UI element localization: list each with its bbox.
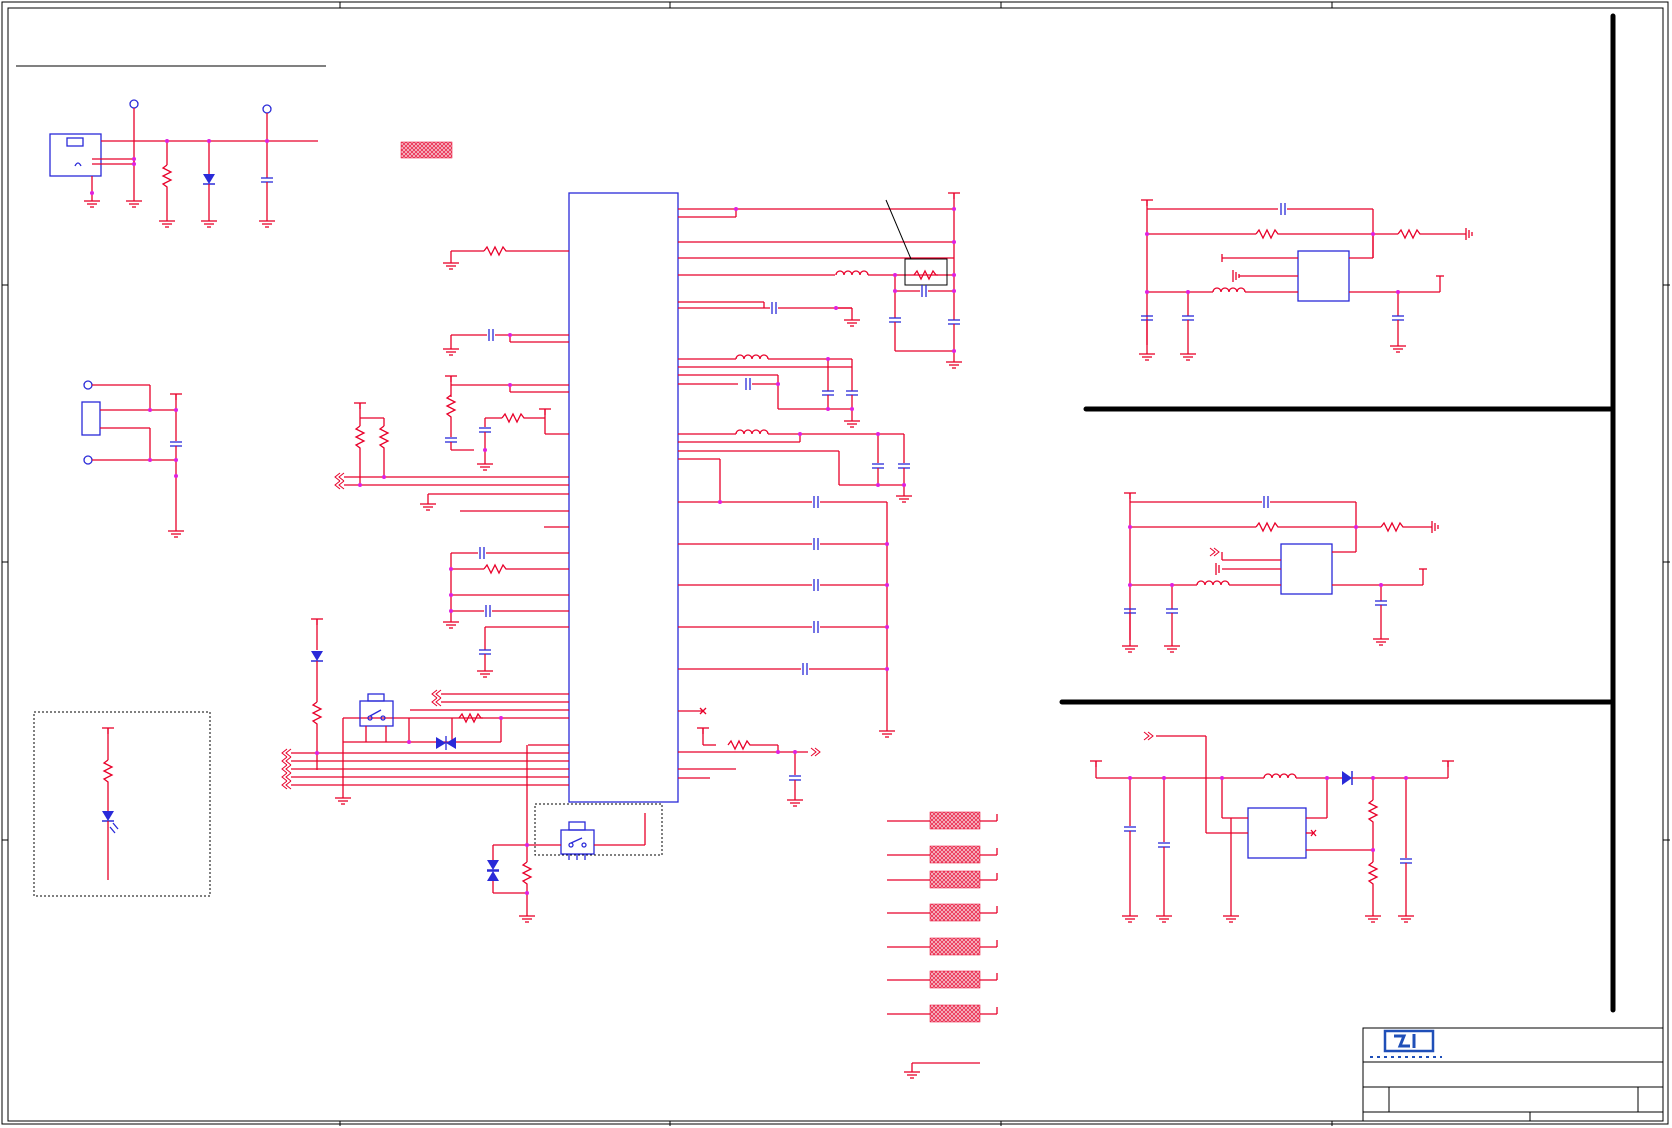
reset-switch-section bbox=[486, 745, 663, 923]
keypad-nets bbox=[281, 618, 569, 790]
schematic-sheet bbox=[1, 1, 1670, 1126]
title-block bbox=[1362, 1027, 1664, 1122]
battery-connector bbox=[81, 401, 101, 436]
test-point bbox=[262, 104, 272, 114]
main-ic-right-net bbox=[678, 192, 963, 807]
main-ic bbox=[568, 192, 679, 803]
led-indicator-section bbox=[33, 711, 211, 897]
ldo-regulator-2 bbox=[1121, 492, 1439, 653]
test-point bbox=[129, 99, 139, 109]
ldo-regulator-1 bbox=[1138, 199, 1473, 361]
section-dividers bbox=[1059, 13, 1616, 1013]
battery-connector-section bbox=[81, 380, 185, 538]
dc-jack bbox=[49, 133, 102, 177]
test-pads bbox=[887, 811, 998, 1079]
dc-jack-section bbox=[49, 99, 318, 228]
boost-converter bbox=[1089, 731, 1455, 923]
pcb-label-block bbox=[400, 141, 453, 159]
sheet-border bbox=[1, 1, 1670, 1126]
logo-icon bbox=[1370, 1029, 1442, 1058]
